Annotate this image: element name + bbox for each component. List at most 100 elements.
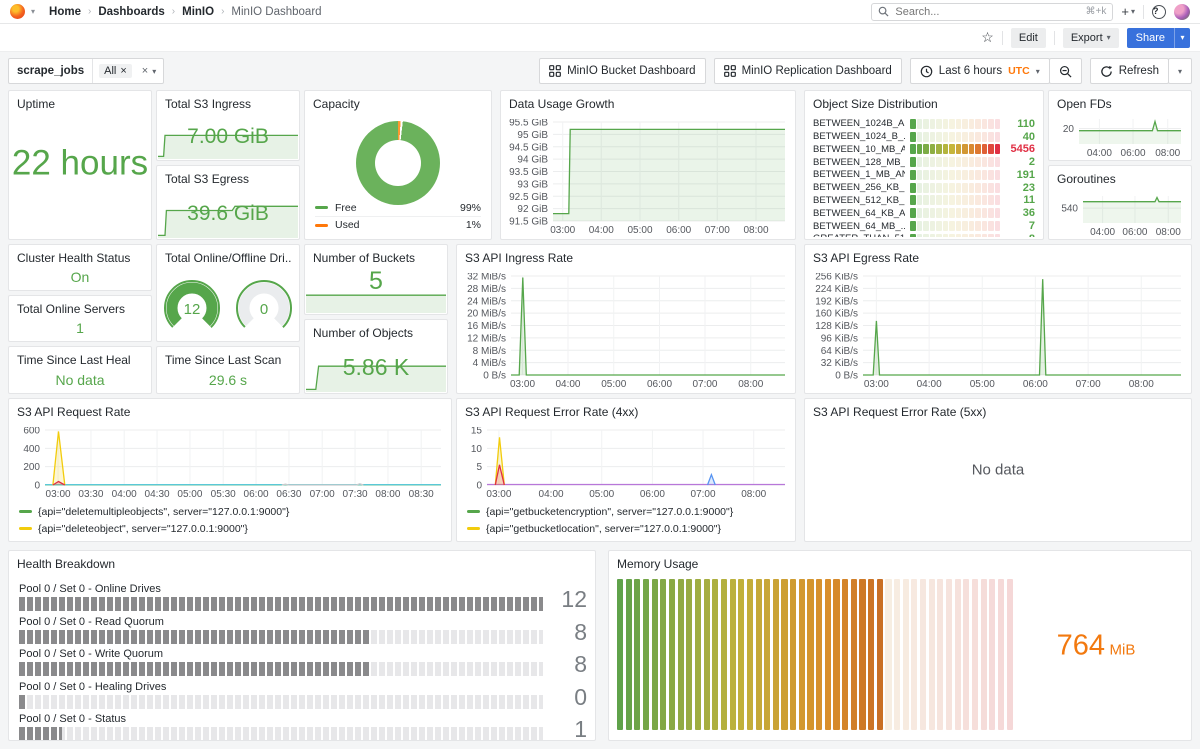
breadcrumb-dashboards[interactable]: Dashboards <box>98 6 164 18</box>
svg-text:03:00: 03:00 <box>550 225 575 235</box>
svg-text:96 KiB/s: 96 KiB/s <box>821 333 858 344</box>
breadcrumb-minio[interactable]: MinIO <box>182 6 214 18</box>
panel-title[interactable]: Health Breakdown <box>17 557 587 571</box>
panel-title[interactable]: S3 API Egress Rate <box>813 251 1183 265</box>
data-usage-growth-chart[interactable]: 95.5 GiB95 GiB94.5 GiB94 GiB93.5 GiB93 G… <box>507 119 787 235</box>
panel-title[interactable]: Total S3 Ingress <box>165 97 291 111</box>
s3-request-rate-chart[interactable]: 600400200003:0003:3004:0004:3005:0005:30… <box>15 427 443 499</box>
panel-title[interactable]: Capacity <box>313 97 483 111</box>
panel-title[interactable]: Cluster Health Status <box>17 251 143 265</box>
nav-right: ⌘+k +▾ ? <box>871 3 1190 21</box>
panel-title[interactable]: Total Online/Offline Dri... <box>165 251 291 265</box>
zoom-out-button[interactable] <box>1049 58 1082 84</box>
drive-gauges[interactable]: 12 0 <box>157 277 299 339</box>
object-size-distribution-gauge[interactable]: BETWEEN_1024B_A...110BETWEEN_1024_B_...4… <box>813 118 1035 237</box>
share-button[interactable]: Share <box>1127 28 1174 48</box>
panel-title[interactable]: Number of Buckets <box>313 251 439 265</box>
chevron-down-icon[interactable]: ▾ <box>31 7 35 16</box>
chart-legend: {api="getbucketencryption", server="127.… <box>467 503 787 537</box>
panel-title[interactable]: S3 API Request Error Rate (5xx) <box>813 405 1183 419</box>
goroutines-chart[interactable]: 54004:0006:0008:00 <box>1055 193 1183 237</box>
svg-text:92.5 GiB: 92.5 GiB <box>509 192 548 203</box>
panel-title[interactable]: Uptime <box>17 97 143 111</box>
open-fds-chart[interactable]: 2004:0006:0008:00 <box>1055 116 1183 158</box>
svg-text:24 MiB/s: 24 MiB/s <box>467 296 506 307</box>
panel-title[interactable]: Goroutines <box>1057 172 1183 186</box>
s3-egress-rate-chart[interactable]: 256 KiB/s224 KiB/s192 KiB/s160 KiB/s128 … <box>811 273 1183 389</box>
variable-value-chip[interactable]: All× <box>99 64 132 78</box>
variable-scrape-jobs[interactable]: scrape_jobs All× × ▾ <box>8 58 164 84</box>
legend-item-free[interactable]: Free 99% <box>315 199 481 216</box>
no-data-message: No data <box>805 462 1191 479</box>
panel-title[interactable]: Number of Objects <box>313 326 439 340</box>
panel-title[interactable]: S3 API Request Error Rate (4xx) <box>465 405 787 419</box>
chevron-down-icon: ▾ <box>1036 67 1040 76</box>
panel-title[interactable]: Data Usage Growth <box>509 97 787 111</box>
svg-text:05:00: 05:00 <box>601 379 626 389</box>
chevron-down-icon[interactable]: ▾ <box>152 67 163 76</box>
svg-text:600: 600 <box>23 427 40 437</box>
panel-data-usage-growth: Data Usage Growth 95.5 GiB95 GiB94.5 GiB… <box>500 90 796 240</box>
svg-text:05:00: 05:00 <box>970 379 995 389</box>
s3-ingress-rate-chart[interactable]: 32 MiB/s28 MiB/s24 MiB/s20 MiB/s16 MiB/s… <box>463 273 787 389</box>
refresh-interval-dropdown[interactable]: ▾ <box>1168 58 1192 84</box>
star-icon[interactable]: ☆ <box>981 29 994 46</box>
svg-text:06:00: 06:00 <box>647 379 672 389</box>
search-input[interactable] <box>895 6 1079 18</box>
panel-title[interactable]: Time Since Last Scan <box>165 353 291 367</box>
panel-s3-api-request-rate: S3 API Request Rate 600400200003:0003:30… <box>8 398 452 542</box>
svg-text:94 GiB: 94 GiB <box>517 155 548 166</box>
time-range-picker[interactable]: Last 6 hours UTC ▾ <box>910 58 1050 84</box>
panel-title[interactable]: Total Online Servers <box>17 302 143 316</box>
divider <box>1002 31 1003 45</box>
refresh-button[interactable]: Refresh <box>1090 58 1169 84</box>
minio-bucket-dashboard-link[interactable]: MinIO Bucket Dashboard <box>539 58 705 84</box>
avatar[interactable] <box>1174 4 1190 20</box>
breadcrumb-home[interactable]: Home <box>49 6 81 18</box>
export-button[interactable]: Export▾ <box>1063 28 1119 48</box>
divider <box>1143 5 1144 19</box>
panel-title[interactable]: Memory Usage <box>617 557 1183 571</box>
svg-text:20 MiB/s: 20 MiB/s <box>467 309 506 320</box>
legend-item[interactable]: {api="deleteobject", server="127.0.0.1:9… <box>19 520 443 537</box>
add-button[interactable]: +▾ <box>1121 4 1135 19</box>
panel-total-s3-egress: Total S3 Egress 39.6 GiB <box>156 165 300 240</box>
zoom-out-icon <box>1059 65 1072 78</box>
svg-text:160 KiB/s: 160 KiB/s <box>815 309 858 320</box>
svg-text:93 GiB: 93 GiB <box>517 179 548 190</box>
panel-title[interactable]: Open FDs <box>1057 97 1183 111</box>
svg-text:128 KiB/s: 128 KiB/s <box>815 321 858 332</box>
clear-icon[interactable]: × <box>138 65 152 77</box>
edit-button[interactable]: Edit <box>1011 28 1046 48</box>
legend-item-used[interactable]: Used 1% <box>315 216 481 233</box>
svg-text:04:00: 04:00 <box>1087 148 1112 158</box>
svg-text:8 MiB/s: 8 MiB/s <box>473 346 506 357</box>
search-box[interactable]: ⌘+k <box>871 3 1113 21</box>
dashboard-grid: Uptime 22 hours Total S3 Ingress 7.00 Gi… <box>0 90 1200 749</box>
legend-item[interactable]: {api="getbucketencryption", server="127.… <box>467 503 787 520</box>
svg-text:5: 5 <box>476 462 482 473</box>
share-dropdown-button[interactable]: ▾ <box>1174 28 1190 48</box>
help-icon[interactable]: ? <box>1152 5 1166 19</box>
svg-text:06:00: 06:00 <box>666 225 691 235</box>
close-icon[interactable]: × <box>120 65 126 77</box>
capacity-donut-chart[interactable] <box>356 121 440 205</box>
osd-row: BETWEEN_1024_B_...40 <box>813 131 1035 143</box>
panel-title[interactable]: S3 API Request Rate <box>17 405 443 419</box>
panel-title[interactable]: Time Since Last Heal <box>17 353 143 367</box>
plus-icon: + <box>1121 4 1129 19</box>
minio-replication-dashboard-link[interactable]: MinIO Replication Dashboard <box>714 58 902 84</box>
svg-text:03:00: 03:00 <box>486 489 511 499</box>
health-breakdown-gauges[interactable]: Pool 0 / Set 0 - Online Drives12Pool 0 /… <box>19 579 587 734</box>
grafana-logo-icon[interactable] <box>10 4 25 19</box>
panel-title[interactable]: Object Size Distribution <box>813 97 1035 111</box>
svg-text:08:00: 08:00 <box>743 225 768 235</box>
panel-title[interactable]: S3 API Ingress Rate <box>465 251 787 265</box>
s3-error-4xx-chart[interactable]: 15105003:0004:0005:0006:0007:0008:00 <box>463 427 787 499</box>
memory-usage-gauge[interactable] <box>617 579 1013 730</box>
legend-item[interactable]: {api="deletemultipleobjects", server="12… <box>19 503 443 520</box>
osd-row: BETWEEN_512_KB_...11 <box>813 195 1035 207</box>
legend-item[interactable]: {api="getbucketlocation", server="127.0.… <box>467 520 787 537</box>
osd-row: GREATER_THAN_51...8 <box>813 233 1035 237</box>
osd-row: BETWEEN_64_KB_A...36 <box>813 207 1035 219</box>
